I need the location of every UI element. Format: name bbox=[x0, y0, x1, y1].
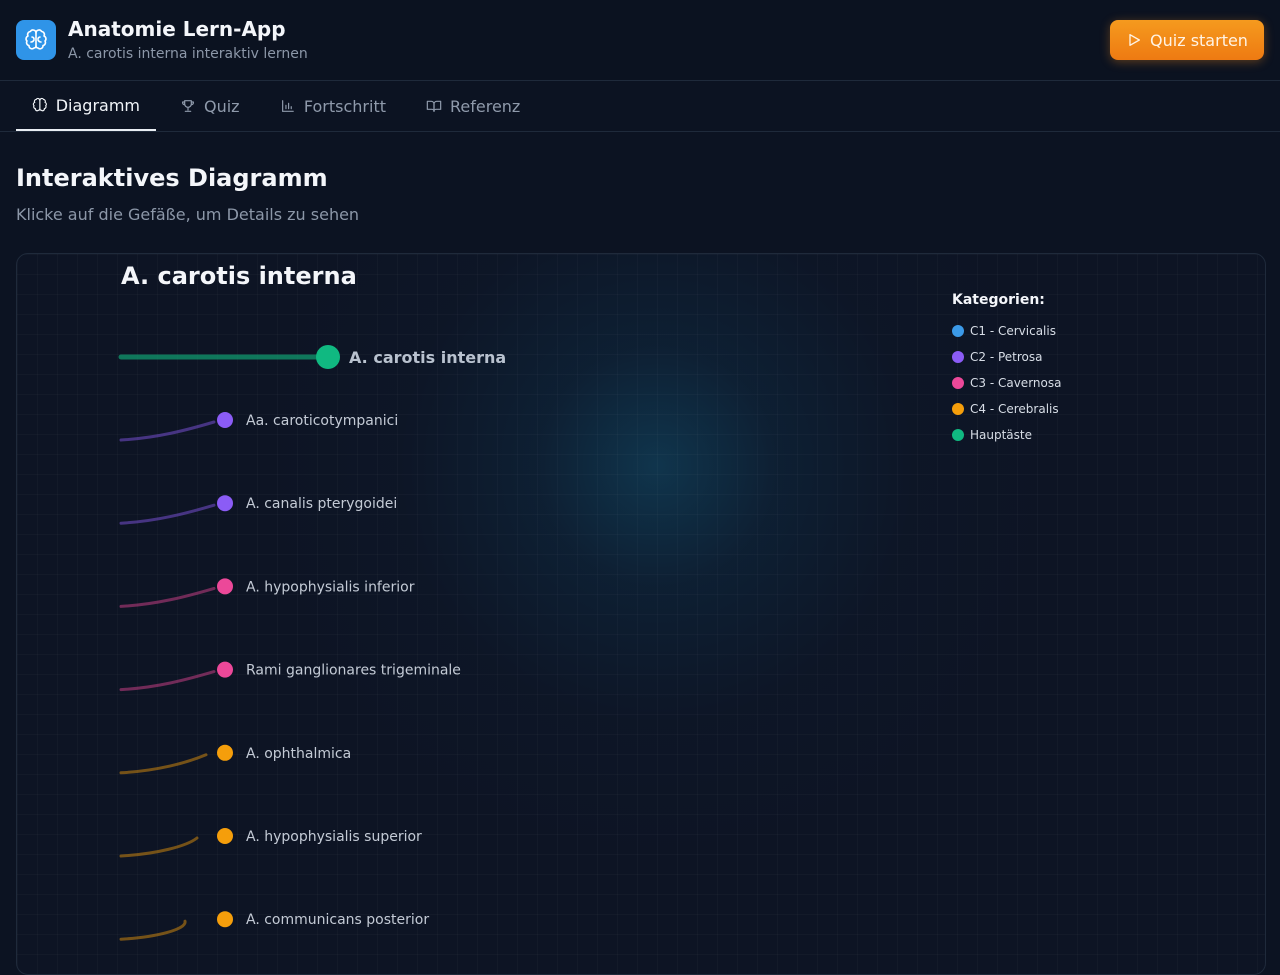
branch-vessel-label: Aa. caroticotympanici bbox=[246, 413, 398, 429]
branch-vessel-label: Rami ganglionares trigeminale bbox=[246, 663, 461, 679]
section-title: Interaktives Diagramm bbox=[16, 164, 328, 192]
legend-item: C3 - Cavernosa bbox=[952, 370, 1061, 396]
play-icon bbox=[1129, 34, 1141, 46]
tab-label: Fortschritt bbox=[303, 96, 386, 116]
branch-vessel-label: A. canalis pterygoidei bbox=[246, 496, 397, 512]
tab-label: Diagramm bbox=[55, 95, 140, 115]
legend-item: C4 - Cerebralis bbox=[952, 396, 1061, 422]
branch-vessel-node[interactable] bbox=[217, 661, 233, 678]
branch-vessel-line bbox=[119, 670, 216, 692]
legend-item: C2 - Petrosa bbox=[952, 344, 1061, 370]
root-vessel-node[interactable] bbox=[316, 345, 340, 369]
branch-vessel-line bbox=[119, 836, 199, 858]
legend-items: C1 - Cervicalis C2 - Petrosa C3 - Cavernos… bbox=[952, 318, 1061, 448]
legend-label: C1 - Cervicalis bbox=[970, 324, 1056, 338]
branch-vessel-line bbox=[119, 503, 216, 525]
legend-color-dot bbox=[952, 325, 964, 337]
brain-icon bbox=[16, 20, 56, 60]
branch-vessel-node[interactable] bbox=[217, 412, 233, 428]
branch-vessel-label: A. hypophysialis superior bbox=[246, 829, 422, 845]
bar-chart-icon bbox=[282, 100, 294, 112]
legend-color-dot bbox=[952, 429, 964, 441]
tab-bar: Diagramm Quiz Fortschritt Referenz bbox=[0, 81, 1280, 132]
legend-title: Kategorien: bbox=[952, 292, 1045, 308]
legend-label: Hauptäste bbox=[970, 428, 1032, 442]
vessel-nodes: A. carotis interna Aa. caroticotympanici A… bbox=[118, 345, 506, 941]
start-quiz-label: Quiz starten bbox=[1150, 30, 1248, 50]
branch-vessel-label: A. communicans posterior bbox=[246, 912, 429, 928]
branch-vessel-node[interactable] bbox=[217, 578, 233, 595]
branch-vessel-line bbox=[119, 586, 216, 608]
start-quiz-button[interactable]: Quiz starten bbox=[1110, 20, 1264, 60]
legend-label: C3 - Cavernosa bbox=[970, 376, 1062, 390]
root-vessel-label: A. carotis interna bbox=[349, 348, 506, 367]
diagram-title: A. carotis interna bbox=[121, 262, 357, 290]
tab-quiz[interactable]: Quiz bbox=[164, 81, 256, 131]
app-header: Anatomie Lern-App A. carotis interna int… bbox=[0, 0, 1280, 81]
legend: Kategorien: C1 - Cervicalis C2 - Petrosa C… bbox=[952, 292, 1061, 448]
branch-vessel-label: A. ophthalmica bbox=[246, 746, 351, 762]
legend-color-dot bbox=[952, 351, 964, 363]
legend-item: Hauptäste bbox=[952, 422, 1061, 448]
tab-fortschritt[interactable]: Fortschritt bbox=[264, 81, 402, 131]
branch-vessel-line bbox=[119, 919, 187, 941]
vessel-diagram: A. carotis interna A. carotis interna Aa.… bbox=[118, 262, 506, 941]
tab-referenz[interactable]: Referenz bbox=[410, 81, 538, 131]
diagram-panel: A. carotis interna A. carotis interna Aa.… bbox=[16, 253, 1266, 975]
app-subtitle: A. carotis interna interaktiv lernen bbox=[68, 46, 308, 62]
legend-item: C1 - Cervicalis bbox=[952, 318, 1061, 344]
legend-label: C2 - Petrosa bbox=[970, 350, 1043, 364]
book-icon bbox=[426, 100, 442, 112]
branch-vessel-node[interactable] bbox=[217, 911, 233, 928]
branch-vessel-line bbox=[119, 420, 216, 442]
branch-vessel-node[interactable] bbox=[217, 744, 233, 761]
brain-icon bbox=[32, 97, 47, 112]
branch-vessel-label: A. hypophysialis inferior bbox=[246, 579, 415, 595]
branch-vessel-node[interactable] bbox=[217, 828, 233, 844]
legend-label: C4 - Cerebralis bbox=[970, 402, 1059, 416]
tab-label: Quiz bbox=[204, 96, 240, 116]
branch-vessel-line bbox=[119, 753, 208, 775]
app-title: Anatomie Lern-App bbox=[68, 17, 286, 41]
legend-color-dot bbox=[952, 377, 964, 389]
tab-label: Referenz bbox=[450, 96, 521, 116]
tab-diagramm[interactable]: Diagramm bbox=[16, 81, 156, 131]
section-subtitle: Klicke auf die Gefäße, um Details zu seh… bbox=[16, 205, 360, 224]
trophy-icon bbox=[181, 100, 195, 112]
branch-vessel-node[interactable] bbox=[217, 495, 233, 512]
legend-color-dot bbox=[952, 403, 964, 415]
